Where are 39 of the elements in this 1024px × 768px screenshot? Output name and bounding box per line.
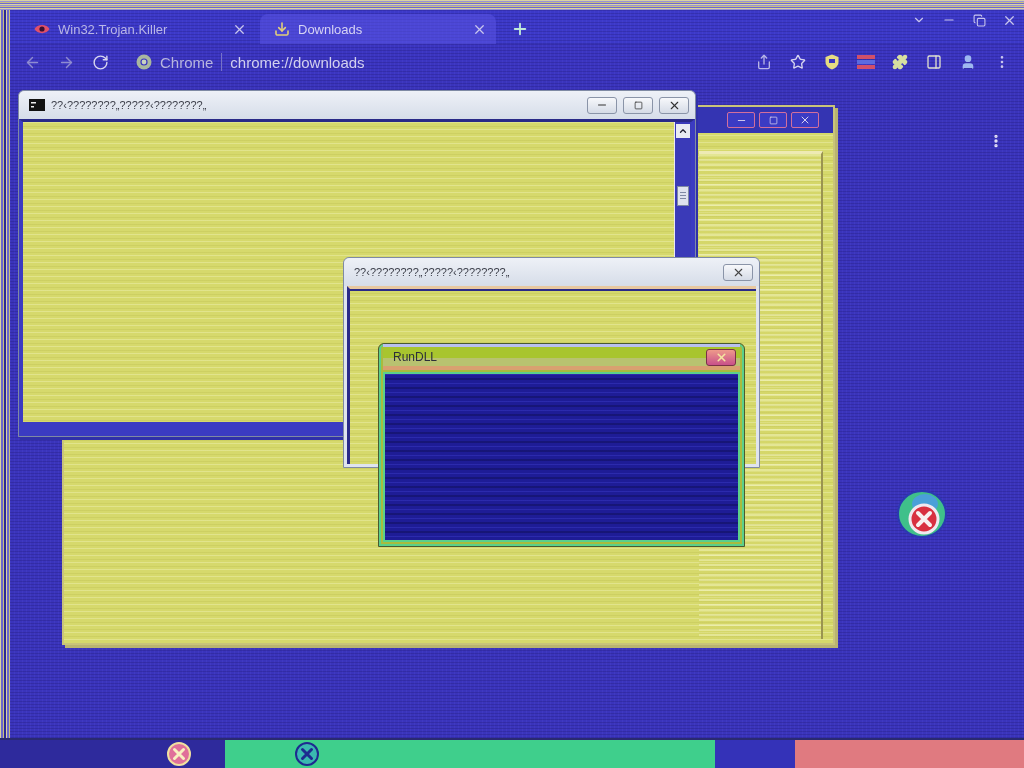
window-title: RunDLL [393, 350, 439, 364]
close-icon [799, 114, 811, 126]
puzzle-icon [892, 54, 908, 70]
eye-icon [34, 23, 50, 35]
maximize-icon [633, 100, 643, 110]
maximize-button[interactable] [623, 96, 653, 114]
browser-tab[interactable]: Win32.Trojan.Killer [20, 14, 256, 44]
console-icon [29, 99, 45, 111]
minimize-button[interactable] [587, 96, 617, 114]
site-label: Chrome [160, 53, 214, 71]
x-circle-icon [167, 742, 191, 766]
reload-icon [91, 53, 109, 71]
maximize-button[interactable] [759, 112, 787, 128]
download-icon [274, 21, 290, 37]
side-panel-icon [926, 54, 942, 70]
close-button[interactable] [659, 96, 689, 114]
browser-logo-icon [136, 54, 152, 70]
close-button[interactable] [723, 263, 753, 281]
profile-icon [960, 54, 976, 70]
restore-icon [972, 13, 986, 27]
minimize-button[interactable] [727, 112, 755, 128]
close-button[interactable] [791, 112, 819, 128]
shield-icon [825, 54, 839, 70]
x-circle-icon [295, 742, 319, 766]
window-title: ??‹????????„?????‹????????„ [354, 266, 511, 278]
scroll-thumb[interactable] [677, 186, 689, 206]
scroll-up-icon [678, 126, 688, 136]
close-icon [714, 350, 728, 364]
taskbar-item[interactable] [0, 740, 225, 768]
star-icon [790, 54, 806, 70]
close-button[interactable] [706, 348, 736, 366]
browser-tab[interactable]: Downloads [260, 14, 496, 44]
address-bar[interactable]: Chrome chrome://downloads [122, 47, 746, 77]
flag-icon [857, 55, 875, 69]
window-title: ??‹????????„?????‹????????„ [51, 99, 208, 111]
url-text: chrome://downloads [230, 53, 365, 71]
maximize-icon [768, 115, 778, 125]
share-icon [756, 54, 772, 70]
plus-icon [511, 20, 529, 38]
